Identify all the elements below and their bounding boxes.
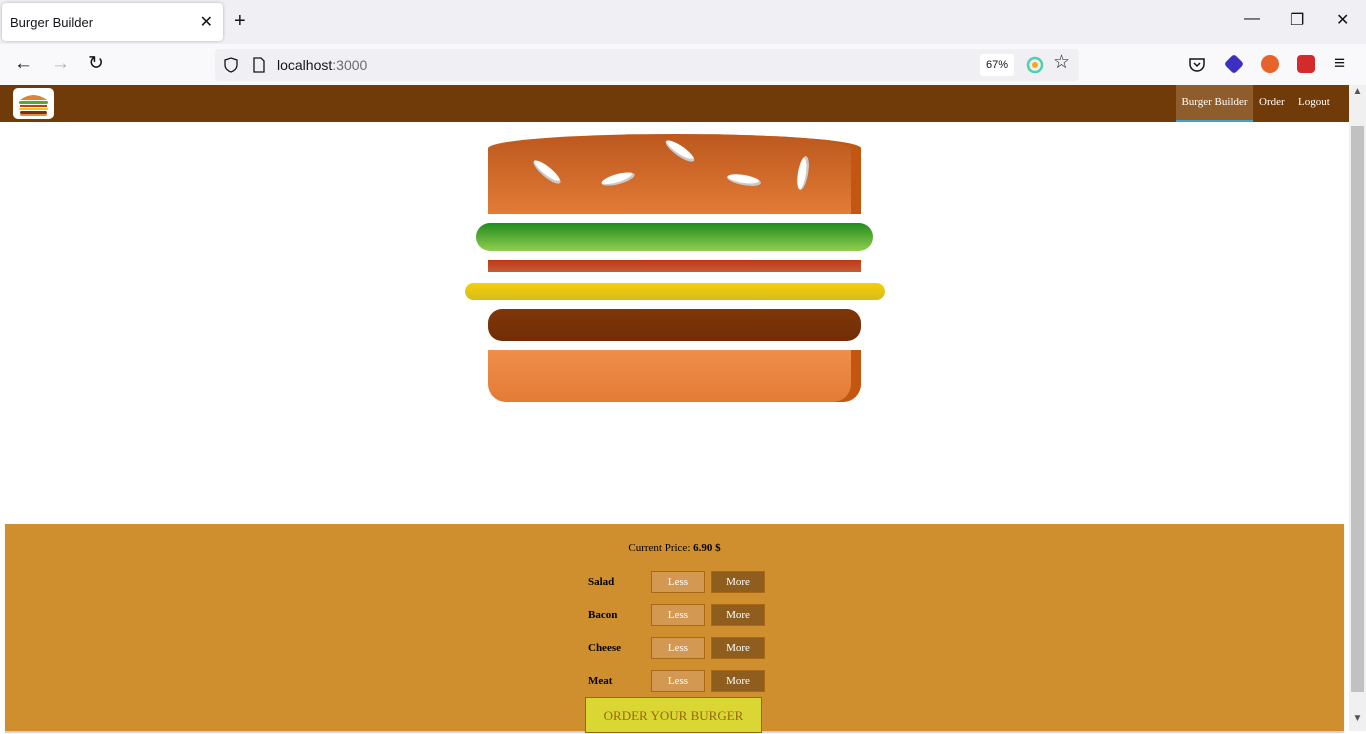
extension-ball-icon[interactable]: [1261, 55, 1279, 73]
price-value: 6.90 $: [693, 542, 721, 554]
meat-less-button[interactable]: Less: [651, 670, 705, 692]
pocket-icon[interactable]: [1188, 56, 1206, 74]
label-salad: Salad: [588, 576, 615, 588]
bacon-less-button[interactable]: Less: [651, 604, 705, 626]
extension-red-icon[interactable]: [1297, 55, 1315, 73]
browser-navbar: ← → ↻ localhost:3000 67% ☆ ≡: [0, 44, 1366, 86]
minimize-icon[interactable]: —: [1244, 10, 1260, 28]
tab-title: Burger Builder: [10, 15, 94, 30]
bread-bottom: [488, 350, 861, 402]
ingredient-salad: [476, 223, 873, 251]
label-bacon: Bacon: [588, 609, 618, 621]
app-toolbar: Burger Builder Order Logout: [0, 85, 1349, 122]
reload-icon[interactable]: ↻: [88, 53, 104, 75]
extension-layers-icon[interactable]: [1223, 53, 1245, 75]
bacon-more-button[interactable]: More: [711, 604, 765, 626]
zoom-indicator[interactable]: 67%: [980, 54, 1014, 76]
new-tab-button[interactable]: +: [234, 9, 246, 33]
bread-top: [488, 134, 861, 214]
cheese-more-button[interactable]: More: [711, 637, 765, 659]
restore-icon[interactable]: ❐: [1290, 10, 1304, 30]
salad-more-button[interactable]: More: [711, 571, 765, 593]
url-bar[interactable]: localhost:3000 67% ☆: [215, 49, 1079, 81]
burger-logo-icon: [19, 95, 48, 116]
label-meat: Meat: [588, 675, 613, 687]
burger-logo[interactable]: [13, 88, 54, 119]
scrollbar-thumb[interactable]: [1351, 126, 1364, 692]
meat-more-button[interactable]: More: [711, 670, 765, 692]
sesame-seed: [530, 157, 564, 187]
url-text[interactable]: localhost:3000: [277, 57, 367, 73]
current-price: Current Price: 6.90 $: [5, 542, 1344, 554]
menu-icon[interactable]: ≡: [1334, 53, 1345, 75]
scroll-up-icon[interactable]: ▲: [1349, 86, 1366, 97]
build-controls: Current Price: 6.90 $ Salad Less More Ba…: [5, 524, 1344, 733]
sesame-seed: [600, 169, 636, 189]
page-icon: [253, 57, 265, 73]
forward-icon[interactable]: →: [51, 53, 70, 75]
ingredient-meat: [488, 309, 861, 341]
bookmark-star-icon[interactable]: ☆: [1053, 52, 1070, 74]
browser-tab[interactable]: Burger Builder ✕: [2, 3, 223, 41]
scroll-down-icon[interactable]: ▼: [1349, 713, 1366, 724]
salad-less-button[interactable]: Less: [651, 571, 705, 593]
back-icon[interactable]: ←: [14, 53, 33, 75]
shield-icon[interactable]: [223, 57, 239, 73]
sesame-seed: [726, 172, 762, 188]
cheese-less-button[interactable]: Less: [651, 637, 705, 659]
sesame-seed: [795, 155, 811, 191]
browser-tab-strip: Burger Builder ✕ + — ❐ ✕: [0, 0, 1366, 44]
extension-circle-icon[interactable]: [1026, 56, 1044, 74]
order-button[interactable]: ORDER YOUR BURGER: [585, 697, 762, 733]
label-cheese: Cheese: [588, 642, 621, 654]
nav-burger-builder[interactable]: Burger Builder: [1176, 85, 1253, 122]
nav-logout[interactable]: Logout: [1298, 85, 1330, 122]
ingredient-bacon: [488, 260, 861, 272]
price-label: Current Price:: [628, 542, 694, 554]
close-tab-icon[interactable]: ✕: [200, 12, 213, 32]
nav-order[interactable]: Order: [1259, 85, 1285, 122]
ingredient-cheese: [465, 283, 885, 300]
close-window-icon[interactable]: ✕: [1336, 10, 1349, 30]
sesame-seed: [663, 137, 697, 165]
